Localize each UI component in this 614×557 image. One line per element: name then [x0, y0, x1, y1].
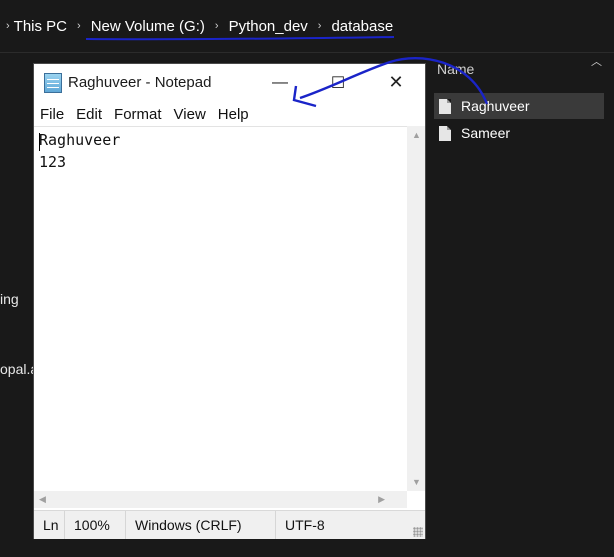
breadcrumb-python-dev[interactable]: Python_dev — [229, 18, 308, 35]
chevron-right-icon: › — [6, 20, 10, 32]
breadcrumb-new-volume[interactable]: New Volume (G:) — [91, 18, 205, 35]
file-item-raghuveer[interactable]: Raghuveer — [434, 93, 604, 119]
line-ending: Windows (CRLF) — [126, 511, 276, 539]
chevron-right-icon[interactable]: › — [318, 20, 322, 32]
breadcrumb-database[interactable]: database — [331, 18, 393, 35]
encoding: UTF-8 — [285, 517, 325, 533]
sort-up-icon[interactable]: ︿ — [591, 53, 602, 69]
name-column-header[interactable]: Name — [437, 61, 474, 77]
status-bar: Ln 100% Windows (CRLF) UTF-8 — [34, 510, 425, 539]
scroll-up-icon[interactable]: ▲ — [412, 130, 421, 140]
title-bar[interactable]: Raghuveer - Notepad — ☐ ✕ — [34, 64, 425, 101]
file-name: Raghuveer — [461, 98, 530, 114]
scroll-left-icon[interactable]: ◀ — [39, 494, 46, 505]
scroll-down-icon[interactable]: ▼ — [412, 477, 421, 487]
scroll-right-icon[interactable]: ▶ — [378, 494, 385, 505]
zoom-level: 100% — [65, 511, 126, 539]
text-line: 123 — [39, 153, 67, 171]
close-button[interactable]: ✕ — [367, 64, 425, 101]
horizontal-scrollbar[interactable]: ◀ ▶ — [34, 491, 407, 508]
maximize-button[interactable]: ☐ — [309, 64, 367, 101]
notepad-window: Raghuveer - Notepad — ☐ ✕ File Edit Form… — [33, 63, 426, 539]
breadcrumb-this-pc[interactable]: This PC — [14, 18, 67, 35]
resize-grip-icon[interactable] — [413, 527, 423, 537]
menu-view[interactable]: View — [168, 106, 212, 123]
text-editor[interactable]: Raghuveer 123 — [34, 126, 407, 492]
menu-edit[interactable]: Edit — [70, 106, 108, 123]
menu-help[interactable]: Help — [212, 106, 255, 123]
text-line: Raghuveer — [39, 131, 121, 149]
chevron-right-icon[interactable]: › — [77, 20, 81, 32]
file-item-sameer[interactable]: Sameer — [434, 120, 604, 146]
file-name: Sameer — [461, 125, 511, 141]
text-file-icon — [439, 98, 451, 114]
notepad-icon — [44, 72, 62, 93]
menu-format[interactable]: Format — [108, 106, 168, 123]
nav-item-fragment[interactable]: ing — [0, 291, 19, 307]
menu-bar: File Edit Format View Help — [34, 102, 425, 126]
cursor-position: Ln — [34, 511, 65, 539]
breadcrumb: › This PC › New Volume (G:) › Python_dev… — [0, 0, 614, 53]
window-title: Raghuveer - Notepad — [68, 74, 212, 91]
file-list-pane: Name ︿ Raghuveer Sameer — [428, 53, 614, 557]
text-file-icon — [439, 125, 451, 141]
chevron-right-icon[interactable]: › — [215, 20, 219, 32]
vertical-scrollbar[interactable]: ▲ ▼ — [407, 126, 425, 491]
menu-file[interactable]: File — [34, 106, 70, 123]
minimize-button[interactable]: — — [251, 64, 309, 101]
